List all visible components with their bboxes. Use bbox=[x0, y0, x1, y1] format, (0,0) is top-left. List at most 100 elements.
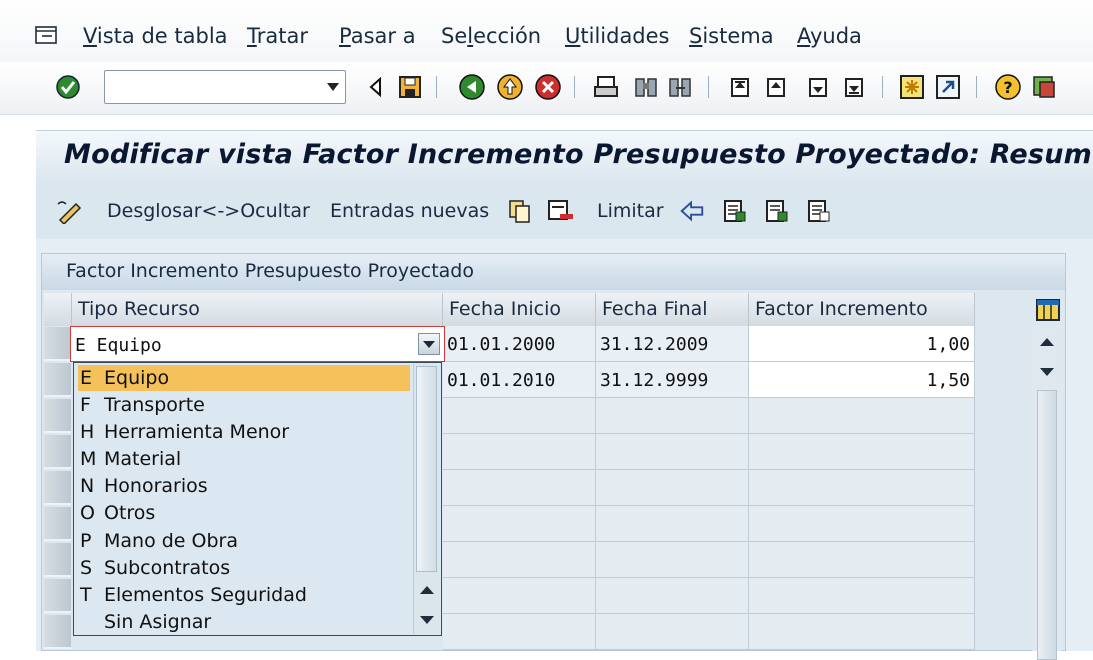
empty-cell[interactable] bbox=[596, 434, 749, 470]
title-bar: Modificar vista Factor Incremento Presup… bbox=[36, 130, 1093, 183]
cancel-icon[interactable] bbox=[534, 72, 562, 102]
cell-factor-incremento[interactable]: 1,50 bbox=[749, 362, 975, 398]
empty-cell[interactable] bbox=[749, 614, 975, 650]
save-icon[interactable] bbox=[396, 72, 424, 102]
enter-check-icon[interactable] bbox=[54, 72, 82, 102]
empty-cell[interactable] bbox=[749, 434, 975, 470]
empty-cell[interactable] bbox=[749, 542, 975, 578]
cell-fecha-final[interactable]: 31.12.2009 bbox=[596, 326, 749, 362]
row-selector[interactable] bbox=[44, 507, 71, 541]
empty-cell[interactable] bbox=[596, 470, 749, 506]
empty-cell[interactable] bbox=[749, 398, 975, 434]
select-all-rows-header[interactable] bbox=[44, 293, 72, 326]
copy-icon[interactable] bbox=[506, 196, 534, 226]
column-header-fecha-final[interactable]: Fecha Final bbox=[596, 293, 749, 326]
empty-cell[interactable] bbox=[749, 470, 975, 506]
scroll-thumb[interactable] bbox=[1037, 390, 1057, 660]
menu-seleccion[interactable]: Selección bbox=[441, 24, 541, 48]
table-settings-icon[interactable] bbox=[1034, 295, 1062, 325]
row-selector[interactable] bbox=[44, 435, 71, 469]
empty-cell[interactable] bbox=[443, 542, 596, 578]
empty-cell[interactable] bbox=[443, 578, 596, 614]
column-header-tipo-recurso[interactable]: Tipo Recurso bbox=[72, 293, 443, 326]
empty-cell[interactable] bbox=[596, 506, 749, 542]
column-header-factor-incremento[interactable]: Factor Incremento bbox=[749, 293, 975, 326]
cell-factor-incremento[interactable]: 1,00 bbox=[749, 326, 975, 362]
layout-settings-icon[interactable] bbox=[1030, 72, 1058, 102]
dropdown-scrollbar[interactable] bbox=[413, 364, 440, 634]
deselect-all-icon[interactable] bbox=[804, 196, 832, 226]
tipo-recurso-dropdown[interactable]: E Equipo bbox=[70, 326, 445, 362]
new-entries-button[interactable]: Entradas nuevas bbox=[330, 200, 489, 222]
row-selector[interactable] bbox=[44, 579, 71, 613]
dropdown-scroll-thumb[interactable] bbox=[416, 366, 437, 572]
find-icon[interactable] bbox=[632, 72, 660, 102]
empty-cell[interactable] bbox=[749, 578, 975, 614]
dropdown-option[interactable]: T Elementos Seguridad bbox=[78, 582, 410, 608]
empty-cell[interactable] bbox=[443, 470, 596, 506]
empty-cell[interactable] bbox=[443, 434, 596, 470]
new-session-icon[interactable] bbox=[898, 72, 926, 102]
help-icon[interactable]: ? bbox=[994, 72, 1022, 102]
shortcut-icon[interactable] bbox=[934, 72, 962, 102]
row-selector[interactable] bbox=[44, 543, 71, 577]
delete-row-icon[interactable] bbox=[546, 196, 574, 226]
previous-page-icon[interactable] bbox=[762, 72, 790, 102]
select-block-icon[interactable] bbox=[762, 196, 790, 226]
menu-utilidades[interactable]: Utilidades bbox=[565, 24, 670, 48]
change-display-icon[interactable] bbox=[56, 196, 84, 226]
empty-cell[interactable] bbox=[596, 614, 749, 650]
find-next-icon[interactable] bbox=[666, 72, 694, 102]
select-all-icon[interactable] bbox=[720, 196, 748, 226]
dropdown-option[interactable]: F Transporte bbox=[78, 392, 410, 418]
exit-up-icon[interactable] bbox=[496, 72, 524, 102]
chevron-down-icon[interactable] bbox=[327, 83, 339, 91]
scroll-down-icon[interactable] bbox=[420, 616, 434, 624]
table-scrollbar[interactable] bbox=[1032, 326, 1062, 660]
cell-fecha-inicio[interactable]: 01.01.2000 bbox=[443, 326, 596, 362]
column-header-fecha-inicio[interactable]: Fecha Inicio bbox=[443, 293, 596, 326]
empty-cell[interactable] bbox=[443, 398, 596, 434]
scroll-up-icon[interactable] bbox=[420, 586, 434, 594]
menu-ayuda[interactable]: Ayuda bbox=[797, 24, 862, 48]
dropdown-option[interactable]: S Subcontratos bbox=[78, 555, 410, 581]
back-green-icon[interactable] bbox=[458, 72, 486, 102]
details-button[interactable]: Desglosar<->Ocultar bbox=[107, 200, 310, 222]
cell-fecha-inicio[interactable]: 01.01.2010 bbox=[443, 362, 596, 398]
next-page-icon[interactable] bbox=[804, 72, 832, 102]
dropdown-option[interactable]: Sin Asignar bbox=[78, 609, 410, 635]
scroll-up-icon[interactable] bbox=[1040, 338, 1054, 346]
menu-sistema[interactable]: Sistema bbox=[689, 24, 774, 48]
scroll-down-icon[interactable] bbox=[1040, 368, 1054, 376]
menu-window-icon[interactable] bbox=[34, 24, 60, 46]
row-selector[interactable] bbox=[44, 471, 71, 505]
empty-cell[interactable] bbox=[596, 398, 749, 434]
command-field[interactable] bbox=[104, 70, 346, 104]
menu-pasar-a[interactable]: Pasar a bbox=[339, 24, 416, 48]
menu-tratar[interactable]: Tratar bbox=[247, 24, 308, 48]
dropdown-option[interactable]: M Material bbox=[78, 446, 410, 472]
row-selector[interactable] bbox=[44, 363, 71, 397]
dropdown-option[interactable]: H Herramienta Menor bbox=[78, 419, 410, 445]
empty-cell[interactable] bbox=[443, 506, 596, 542]
row-selector[interactable] bbox=[44, 399, 71, 433]
first-page-icon[interactable] bbox=[726, 72, 754, 102]
dropdown-option[interactable]: O Otros bbox=[78, 500, 410, 526]
cell-fecha-final[interactable]: 31.12.9999 bbox=[596, 362, 749, 398]
empty-cell[interactable] bbox=[749, 506, 975, 542]
last-page-icon[interactable] bbox=[840, 72, 868, 102]
dropdown-option[interactable]: E Equipo bbox=[78, 365, 410, 391]
dropdown-toggle-button[interactable] bbox=[418, 333, 440, 355]
empty-cell[interactable] bbox=[596, 578, 749, 614]
empty-cell[interactable] bbox=[596, 542, 749, 578]
row-selector[interactable] bbox=[44, 327, 71, 361]
dropdown-option[interactable]: P Mano de Obra bbox=[78, 528, 410, 554]
back-triangle-icon[interactable] bbox=[362, 72, 390, 102]
limit-button[interactable]: Limitar bbox=[597, 200, 664, 222]
undo-change-icon[interactable] bbox=[678, 196, 706, 226]
row-selector[interactable] bbox=[44, 615, 71, 649]
print-icon[interactable] bbox=[592, 72, 620, 102]
menu-vista-de-tabla[interactable]: Vista de tabla bbox=[83, 24, 228, 48]
empty-cell[interactable] bbox=[443, 614, 596, 650]
dropdown-option[interactable]: N Honorarios bbox=[78, 473, 410, 499]
